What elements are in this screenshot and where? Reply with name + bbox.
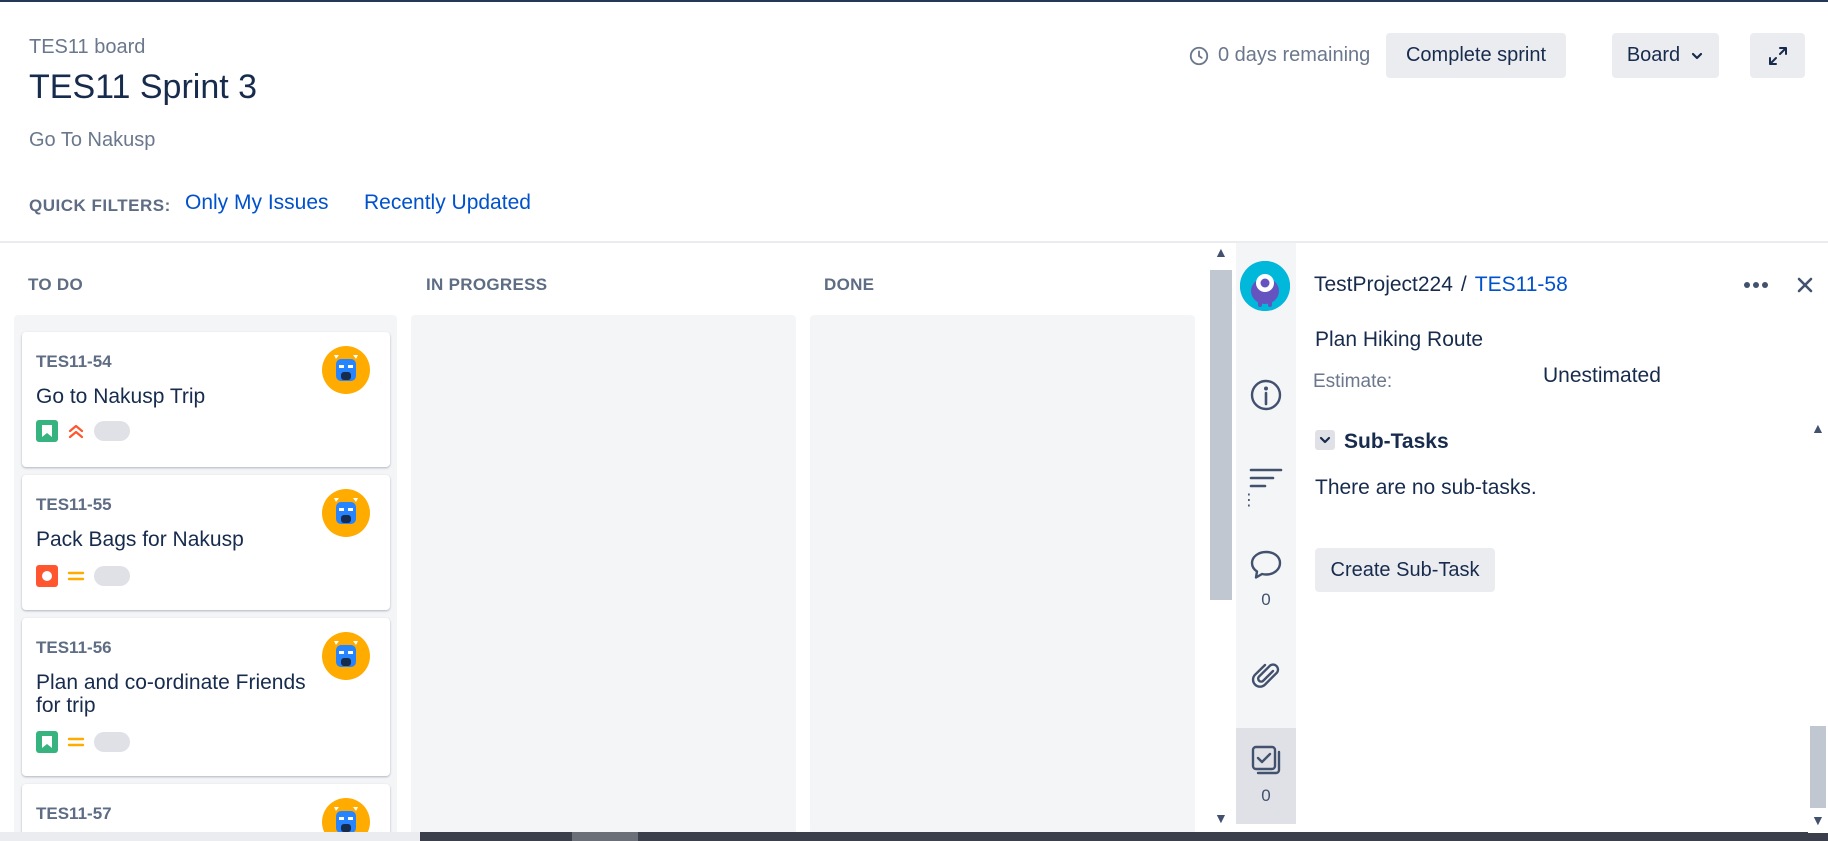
assignee-avatar[interactable] xyxy=(322,489,370,537)
fullscreen-button[interactable] xyxy=(1750,33,1805,78)
project-avatar-icon xyxy=(1240,261,1290,311)
assignee-avatar[interactable] xyxy=(322,632,370,680)
estimate-badge xyxy=(94,732,130,752)
priority-medium-icon xyxy=(67,571,85,581)
user-avatar-icon xyxy=(334,641,358,667)
issue-card[interactable]: TES11-54 Go to Nakusp Trip xyxy=(22,332,390,467)
info-icon xyxy=(1250,379,1282,411)
card-footer xyxy=(36,731,130,753)
user-avatar-icon xyxy=(334,355,358,381)
subtasks-empty-message: There are no sub-tasks. xyxy=(1315,476,1537,499)
subtasks-heading: Sub-Tasks xyxy=(1344,430,1449,453)
more-actions-button[interactable] xyxy=(1738,270,1774,300)
subtasks-icon xyxy=(1251,745,1281,775)
chevron-down-icon xyxy=(1319,436,1331,444)
column-in-progress[interactable] xyxy=(411,315,796,835)
description-icon xyxy=(1249,468,1283,488)
scroll-down-arrow-icon[interactable]: ▼ xyxy=(1214,810,1228,826)
board-menu-label: Board xyxy=(1626,44,1681,66)
sprint-title: TES11 Sprint 3 xyxy=(29,68,258,106)
estimate-label: Estimate: xyxy=(1313,371,1393,392)
issue-summary: Pack Bags for Nakusp xyxy=(36,528,244,551)
detail-scroll-up-icon[interactable]: ▲ xyxy=(1811,420,1825,436)
scroll-up-arrow-icon[interactable]: ▲ xyxy=(1214,244,1228,260)
details-tab[interactable] xyxy=(1246,375,1286,415)
issue-key: TES11-57 xyxy=(36,804,112,823)
column-header-todo: TO DO xyxy=(28,275,84,294)
subtasks-count: 0 xyxy=(1261,786,1271,805)
quick-filters-label: QUICK FILTERS: xyxy=(29,196,171,215)
description-tab[interactable] xyxy=(1246,460,1286,500)
filter-only-my-issues[interactable]: Only My Issues xyxy=(185,191,329,215)
chevron-down-icon xyxy=(1692,52,1703,59)
clock-icon xyxy=(1189,46,1209,65)
story-icon xyxy=(36,731,58,753)
column-done[interactable] xyxy=(810,315,1195,835)
priority-medium-icon xyxy=(67,737,85,747)
detail-scrollbar-thumb[interactable] xyxy=(1810,726,1826,808)
estimate-badge xyxy=(94,566,130,586)
issue-card[interactable]: TES11-55 Pack Bags for Nakusp xyxy=(22,475,390,610)
issue-key: TES11-55 xyxy=(36,495,112,514)
board-name[interactable]: TES11 board xyxy=(29,36,145,59)
card-footer xyxy=(36,565,130,587)
issue-breadcrumb: TestProject224 / TES11-58 xyxy=(1314,273,1568,297)
subtasks-collapse-toggle[interactable] xyxy=(1315,430,1335,450)
header-divider xyxy=(0,241,1828,243)
project-avatar xyxy=(1240,261,1290,311)
close-icon xyxy=(1797,277,1813,293)
column-header-done: DONE xyxy=(824,275,875,294)
filter-recently-updated[interactable]: Recently Updated xyxy=(364,191,531,215)
issue-detail-summary[interactable]: Plan Hiking Route xyxy=(1315,328,1483,352)
breadcrumb-project[interactable]: TestProject224 xyxy=(1314,273,1453,297)
breadcrumb-separator: / xyxy=(1460,273,1467,296)
sprint-goal: Go To Nakusp xyxy=(29,129,156,151)
close-detail-button[interactable] xyxy=(1790,270,1820,300)
comments-tab[interactable] xyxy=(1246,545,1286,585)
top-accent-line xyxy=(0,0,1828,2)
comment-icon xyxy=(1250,550,1282,579)
column-header-in-progress: IN PROGRESS xyxy=(426,275,548,294)
create-subtask-button[interactable]: Create Sub-Task xyxy=(1315,548,1495,592)
user-avatar-icon xyxy=(334,498,358,524)
issue-key: TES11-56 xyxy=(36,638,112,657)
complete-sprint-button[interactable]: Complete sprint xyxy=(1386,33,1566,78)
card-footer xyxy=(36,420,130,442)
days-remaining: 0 days remaining xyxy=(1188,44,1370,67)
expand-icon xyxy=(1768,46,1787,65)
issue-key: TES11-54 xyxy=(36,352,112,371)
issue-card[interactable]: TES11-56 Plan and co-ordinate Friends fo… xyxy=(22,618,390,776)
attachments-tab[interactable] xyxy=(1246,656,1286,696)
story-icon xyxy=(36,420,58,442)
board-menu-button[interactable]: Board xyxy=(1612,33,1719,78)
breadcrumb-issue-key[interactable]: TES11-58 xyxy=(1475,273,1568,297)
board-scrollbar-thumb[interactable] xyxy=(1210,270,1232,600)
issue-summary: Go to Nakusp Trip xyxy=(36,385,206,408)
paperclip-icon xyxy=(1251,663,1280,688)
ellipsis-icon xyxy=(1744,282,1768,288)
estimate-value[interactable]: Unestimated xyxy=(1543,364,1661,388)
detail-scroll-down-icon[interactable]: ▼ xyxy=(1811,812,1825,828)
subtasks-tab[interactable] xyxy=(1246,740,1286,780)
days-remaining-text: 0 days remaining xyxy=(1218,44,1371,66)
horizontal-scrollbar-thumb[interactable] xyxy=(572,832,638,841)
assignee-avatar[interactable] xyxy=(322,346,370,394)
estimate-badge xyxy=(94,421,130,441)
bug-icon xyxy=(36,565,58,587)
issue-summary: Plan and co-ordinate Friends for trip xyxy=(36,671,306,717)
priority-highest-icon xyxy=(68,424,84,439)
comments-count: 0 xyxy=(1261,590,1271,609)
